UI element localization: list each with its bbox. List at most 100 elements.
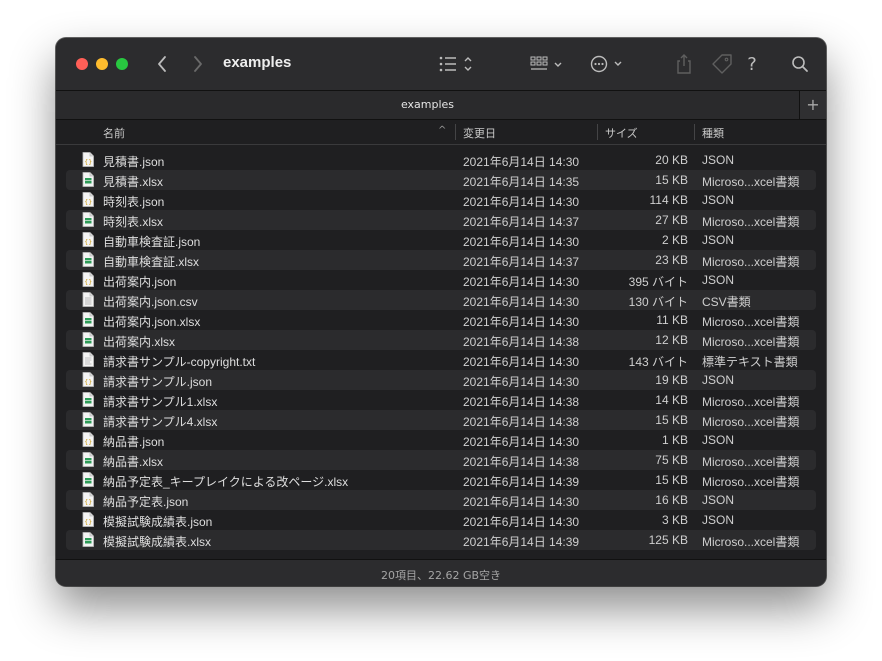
file-date: 2021年6月14日 14:38 — [463, 415, 580, 429]
file-date: 2021年6月14日 14:37 — [463, 255, 580, 269]
file-name: 出荷案内.json.xlsx — [103, 315, 201, 329]
json-file-icon: {} — [82, 432, 94, 447]
file-kind: JSON — [702, 233, 735, 247]
file-date: 2021年6月14日 14:30 — [463, 495, 580, 509]
file-row[interactable]: 時刻表.xlsx 2021年6月14日 14:37 27 KB Microso...x… — [66, 210, 816, 230]
view-options-button[interactable] — [438, 54, 476, 74]
action-menu-button[interactable] — [589, 53, 625, 75]
file-name: 納品書.json — [103, 435, 165, 449]
file-date: 2021年6月14日 14:30 — [463, 295, 580, 309]
file-size: 16 KB — [655, 493, 688, 507]
xlsx-file-icon — [82, 212, 94, 227]
svg-text:{}: {} — [84, 238, 92, 246]
file-date: 2021年6月14日 14:30 — [463, 235, 580, 249]
file-row[interactable]: 模擬試験成績表.xlsx 2021年6月14日 14:39 125 KB Micros… — [66, 530, 816, 550]
tab-examples[interactable]: examples — [56, 98, 799, 111]
file-size: 3 KB — [661, 513, 688, 527]
search-button[interactable] — [790, 54, 810, 74]
file-kind: Microso...xcel書類 — [702, 215, 800, 229]
file-date: 2021年6月14日 14:30 — [463, 275, 580, 289]
xlsx-file-icon — [82, 412, 94, 427]
file-kind: JSON — [702, 373, 735, 387]
file-row[interactable]: {} 納品予定表.json 2021年6月14日 14:30 16 KB JSON — [66, 490, 816, 510]
file-kind: Microso...xcel書類 — [702, 455, 800, 469]
file-date: 2021年6月14日 14:39 — [463, 535, 580, 549]
forward-button[interactable] — [190, 54, 206, 74]
chevron-left-icon — [158, 56, 166, 72]
xlsx-file-icon — [82, 312, 94, 327]
file-size: 27 KB — [655, 213, 688, 227]
file-size: 114 KB — [649, 193, 688, 207]
file-row[interactable]: 出荷案内.json.xlsx 2021年6月14日 14:30 11 KB Micro… — [66, 310, 816, 330]
file-name: 見積書.xlsx — [103, 175, 164, 189]
text-file-icon — [82, 352, 94, 367]
minimize-window-button[interactable] — [96, 58, 108, 70]
question-mark-icon: ? — [747, 53, 757, 75]
file-row[interactable]: {} 請求書サンプル.json 2021年6月14日 14:30 19 KB JSON — [66, 370, 816, 390]
file-row[interactable]: 納品予定表_キープレイクによる改ページ.xlsx 2021年6月14日 14:39… — [66, 470, 816, 490]
file-name: 納品予定表_キープレイクによる改ページ.xlsx — [103, 475, 349, 489]
file-row[interactable]: 出荷案内.xlsx 2021年6月14日 14:38 12 KB Microso...… — [66, 330, 816, 350]
file-kind: JSON — [702, 433, 735, 447]
file-size: 75 KB — [655, 453, 688, 467]
file-kind: Microso...xcel書類 — [702, 415, 800, 429]
file-row[interactable]: {} 時刻表.json 2021年6月14日 14:30 114 KB JSON — [66, 190, 816, 210]
file-name: 請求書サンプル4.xlsx — [103, 415, 218, 429]
file-row[interactable]: {} 出荷案内.json 2021年6月14日 14:30 395 バイト JSON — [66, 270, 816, 290]
file-row[interactable]: 請求書サンプル1.xlsx 2021年6月14日 14:38 14 KB Micros… — [66, 390, 816, 410]
back-button[interactable] — [154, 54, 170, 74]
tags-button[interactable] — [711, 53, 733, 75]
file-row[interactable]: {} 自動車検査証.json 2021年6月14日 14:30 2 KB JSON — [66, 230, 816, 250]
help-button[interactable]: ? — [742, 52, 762, 76]
list-view-icon — [439, 56, 472, 72]
close-window-button[interactable] — [76, 58, 88, 70]
column-divider[interactable] — [455, 124, 456, 140]
file-kind: CSV書類 — [702, 295, 751, 309]
column-name-header[interactable]: 名前 — [103, 125, 125, 141]
svg-text:{}: {} — [84, 518, 92, 526]
column-divider[interactable] — [597, 124, 598, 140]
file-kind: Microso...xcel書類 — [702, 395, 800, 409]
file-row[interactable]: {} 模擬試験成績表.json 2021年6月14日 14:30 3 KB JSON — [66, 510, 816, 530]
xlsx-file-icon — [82, 532, 94, 547]
file-row[interactable]: {} 見積書.json 2021年6月14日 14:30 20 KB JSON — [66, 150, 816, 170]
file-size: 12 KB — [655, 333, 688, 347]
file-name: 出荷案内.xlsx — [103, 335, 176, 349]
file-name: 納品予定表.json — [103, 495, 189, 509]
file-row[interactable]: 請求書サンプル-copyright.txt 2021年6月14日 14:30 143… — [66, 350, 816, 370]
file-size: 130 バイト — [628, 295, 688, 309]
file-kind: Microso...xcel書類 — [702, 535, 800, 549]
file-name: 時刻表.xlsx — [103, 215, 164, 229]
file-date: 2021年6月14日 14:30 — [463, 375, 580, 389]
xlsx-file-icon — [82, 252, 94, 267]
file-row[interactable]: 請求書サンプル4.xlsx 2021年6月14日 14:38 15 KB Micros… — [66, 410, 816, 430]
file-date: 2021年6月14日 14:30 — [463, 515, 580, 529]
file-name: 時刻表.json — [103, 195, 165, 209]
file-row[interactable]: 見積書.xlsx 2021年6月14日 14:35 15 KB Microso...x… — [66, 170, 816, 190]
zoom-window-button[interactable] — [116, 58, 128, 70]
status-text: 20項目、22.62 GB空き — [380, 569, 502, 582]
file-kind: JSON — [702, 193, 735, 207]
file-size: 19 KB — [655, 373, 688, 387]
file-date: 2021年6月14日 14:38 — [463, 335, 580, 349]
column-date-header[interactable]: 変更日 — [463, 125, 496, 141]
new-tab-button[interactable]: + — [799, 91, 826, 119]
file-name: 出荷案内.json.csv — [103, 295, 198, 309]
file-size: 11 KB — [656, 313, 688, 327]
group-button[interactable] — [530, 54, 566, 74]
share-button[interactable] — [674, 52, 694, 76]
file-row[interactable]: {} 納品書.json 2021年6月14日 14:30 1 KB JSON — [66, 430, 816, 450]
file-kind: JSON — [702, 153, 735, 167]
json-file-icon: {} — [82, 192, 94, 207]
file-kind: Microso...xcel書類 — [702, 315, 800, 329]
file-row[interactable]: 自動車検査証.xlsx 2021年6月14日 14:37 23 KB Microso.… — [66, 250, 816, 270]
file-row[interactable]: 納品書.xlsx 2021年6月14日 14:38 75 KB Microso...x… — [66, 450, 816, 470]
column-header: 名前 ^ 変更日 サイズ 種類 — [56, 120, 826, 145]
file-row[interactable]: 出荷案内.json.csv 2021年6月14日 14:30 130 バイト CSV書… — [66, 290, 816, 310]
json-file-icon: {} — [82, 492, 94, 507]
file-date: 2021年6月14日 14:38 — [463, 455, 580, 469]
column-kind-header[interactable]: 種類 — [702, 125, 724, 141]
grid-group-icon — [530, 56, 562, 70]
column-divider[interactable] — [694, 124, 695, 140]
column-size-header[interactable]: サイズ — [605, 125, 638, 141]
